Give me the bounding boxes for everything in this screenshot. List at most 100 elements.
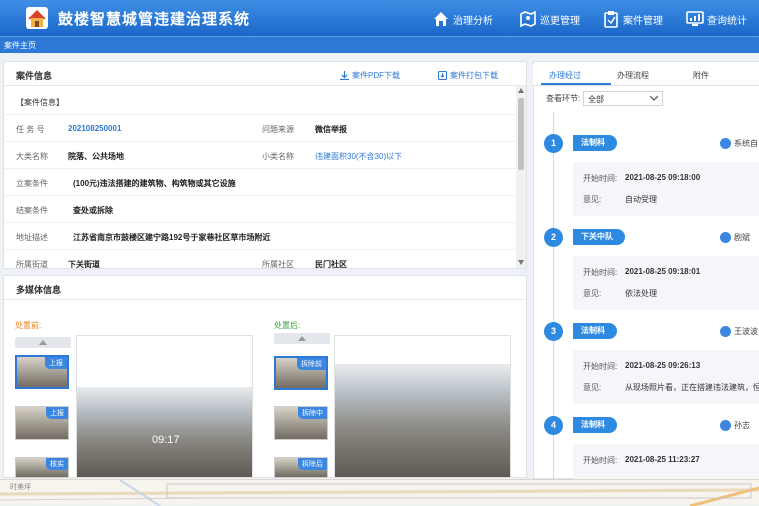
active-tab-indicator: [541, 83, 611, 85]
step-dept: 下关中队: [573, 229, 625, 245]
map-icon: [520, 10, 536, 28]
step-card: 开始时间: 2021-08-25 09:18:00 意见: 自动受理: [573, 162, 759, 216]
case-info-title: 案件信息: [16, 71, 53, 81]
before-main-image[interactable]: 09:17: [76, 335, 253, 478]
info-row-task: 任 务 号 202108250001 问题来源 微信举报: [4, 115, 516, 142]
top-header: 鼓楼智慧城管违建治理系统 治理分析 巡更管理 案件管理 查询统计: [0, 0, 759, 36]
after-thumb-2[interactable]: 拆除中: [274, 406, 328, 440]
timeline-line: [553, 112, 554, 505]
thumb-tag: 核实: [46, 458, 68, 470]
map-roads: [0, 480, 759, 506]
step-number: 3: [544, 322, 563, 341]
background-map[interactable]: 时美坪: [0, 479, 759, 506]
sub-tab-bar: 案件主页: [0, 36, 759, 53]
closing-value: 查处或拆除: [73, 206, 113, 215]
media-header: 多媒体信息: [4, 276, 526, 300]
home-icon: [434, 12, 448, 26]
start-time-value: 2021-08-25 09:18:00: [625, 173, 701, 182]
scroll-thumb[interactable]: [518, 98, 524, 170]
after-thumb-1[interactable]: 拆除前: [274, 356, 328, 390]
start-time-label: 开始时间:: [583, 268, 618, 277]
filter-label: 查看环节:: [546, 94, 581, 103]
nav-label: 治理分析: [453, 15, 493, 27]
info-row-address: 地址描述 江苏省南京市鼓楼区建宁路192号于家巷社区草市场附近: [4, 223, 516, 250]
step-filter-select[interactable]: 全部: [583, 91, 663, 106]
person-name: 孙志: [734, 421, 750, 430]
process-tabs: 办理经过 办理流程 附件: [533, 64, 759, 86]
package-icon: [438, 71, 447, 80]
tab-case-home[interactable]: 案件主页: [4, 40, 36, 51]
person-name: 系统自: [734, 139, 758, 148]
step-dept: 法制科: [573, 323, 617, 339]
opinion-value: 依法处理: [625, 289, 657, 298]
start-time-value: 2021-08-25 11:23:27: [625, 455, 700, 464]
thumb-tag: 拆除中: [298, 407, 327, 419]
nav-patrol[interactable]: 巡更管理: [519, 9, 580, 29]
media-panel: 多媒体信息 处置前: 处置后: 上报 上报 核实 09:17 拆除前 拆除中 拆…: [3, 275, 527, 478]
pdf-download-label: 案件PDF下载: [352, 71, 400, 80]
user-icon: [720, 420, 731, 431]
user-icon: [720, 326, 731, 337]
source-label: 问题来源: [262, 125, 294, 134]
category-label: 大类名称: [16, 152, 48, 161]
community-label: 所属社区: [262, 260, 294, 268]
step-dept: 法制科: [573, 417, 617, 433]
nav-label: 案件管理: [623, 15, 663, 27]
info-row-closing: 结案条件 查处或拆除: [4, 196, 516, 223]
stats-icon: [686, 11, 704, 26]
source-value: 微信举报: [315, 125, 347, 134]
filing-value: (100元)违法搭建的建筑物、构筑物或其它设施: [73, 179, 236, 188]
step-dept: 法制科: [573, 135, 617, 151]
before-scroll-up-button[interactable]: [15, 337, 71, 348]
after-thumb-3[interactable]: 拆除后: [274, 457, 328, 478]
nav-cases[interactable]: 案件管理: [602, 9, 663, 29]
case-info-header: 案件信息 案件PDF下载 案件打包下载: [4, 62, 526, 86]
nav-analysis[interactable]: 治理分析: [432, 9, 493, 29]
person-name: 王波波: [734, 327, 758, 336]
before-thumb-3[interactable]: 核实: [15, 457, 69, 478]
step-filter-value: 全部: [588, 95, 604, 104]
start-time-value: 2021-08-25 09:18:01: [625, 267, 701, 276]
after-scroll-up-button[interactable]: [274, 333, 330, 344]
info-row-category: 大类名称 院落、公共场地 小类名称 违建面积30(不含30)以下: [4, 142, 516, 169]
before-photo: [77, 387, 252, 477]
tab-process-flow[interactable]: 办理流程: [617, 70, 649, 81]
pdf-download-button[interactable]: 案件PDF下载: [340, 70, 400, 81]
before-thumb-1[interactable]: 上报: [15, 355, 69, 389]
step-number: 4: [544, 416, 563, 435]
after-main-image[interactable]: [334, 335, 511, 478]
person-name: 剧斌: [734, 233, 750, 242]
scroll-up-icon[interactable]: [518, 88, 524, 93]
zip-download-button[interactable]: 案件打包下载: [438, 70, 498, 81]
street-value: 下关街道: [68, 260, 100, 268]
chevron-up-icon: [298, 336, 306, 341]
street-label: 所属街道: [16, 260, 48, 268]
subcategory-value: 违建面积30(不含30)以下: [315, 152, 403, 161]
case-info-body: 【案件信息】 任 务 号 202108250001 问题来源 微信举报 大类名称…: [4, 88, 516, 268]
address-value: 江苏省南京市鼓楼区建宁路192号于家巷社区草市场附近: [73, 233, 271, 242]
step-number: 2: [544, 228, 563, 247]
user-icon: [720, 138, 731, 149]
info-scrollbar[interactable]: [516, 86, 526, 268]
step-person: 剧斌: [720, 232, 750, 243]
chevron-down-icon: [650, 95, 658, 101]
step-card: 开始时间: 2021-08-25 09:18:01 意见: 依法处理: [573, 256, 759, 310]
section-label: 【案件信息】: [16, 98, 64, 107]
step-person: 孙志: [720, 420, 750, 431]
tab-attachments[interactable]: 附件: [693, 70, 709, 81]
step-card: 开始时间: 2021-08-25 11:23:27: [573, 444, 759, 479]
app-title: 鼓楼智慧城管违建治理系统: [58, 11, 251, 28]
subcategory-label: 小类名称: [262, 152, 294, 161]
step-person: 王波波: [720, 326, 758, 337]
opinion-label: 意见:: [583, 289, 602, 298]
scroll-down-icon[interactable]: [518, 260, 524, 265]
info-row-filing: 立案条件 (100元)违法搭建的建筑物、构筑物或其它设施: [4, 169, 516, 196]
nav-statistics[interactable]: 查询统计: [686, 9, 747, 29]
tab-process-history[interactable]: 办理经过: [549, 70, 581, 81]
closing-label: 结案条件: [16, 206, 48, 215]
chevron-up-icon: [39, 340, 47, 345]
before-thumb-2[interactable]: 上报: [15, 406, 69, 440]
after-label: 处置后:: [274, 321, 301, 330]
filing-label: 立案条件: [16, 179, 48, 188]
thumb-tag: 拆除前: [297, 358, 326, 370]
